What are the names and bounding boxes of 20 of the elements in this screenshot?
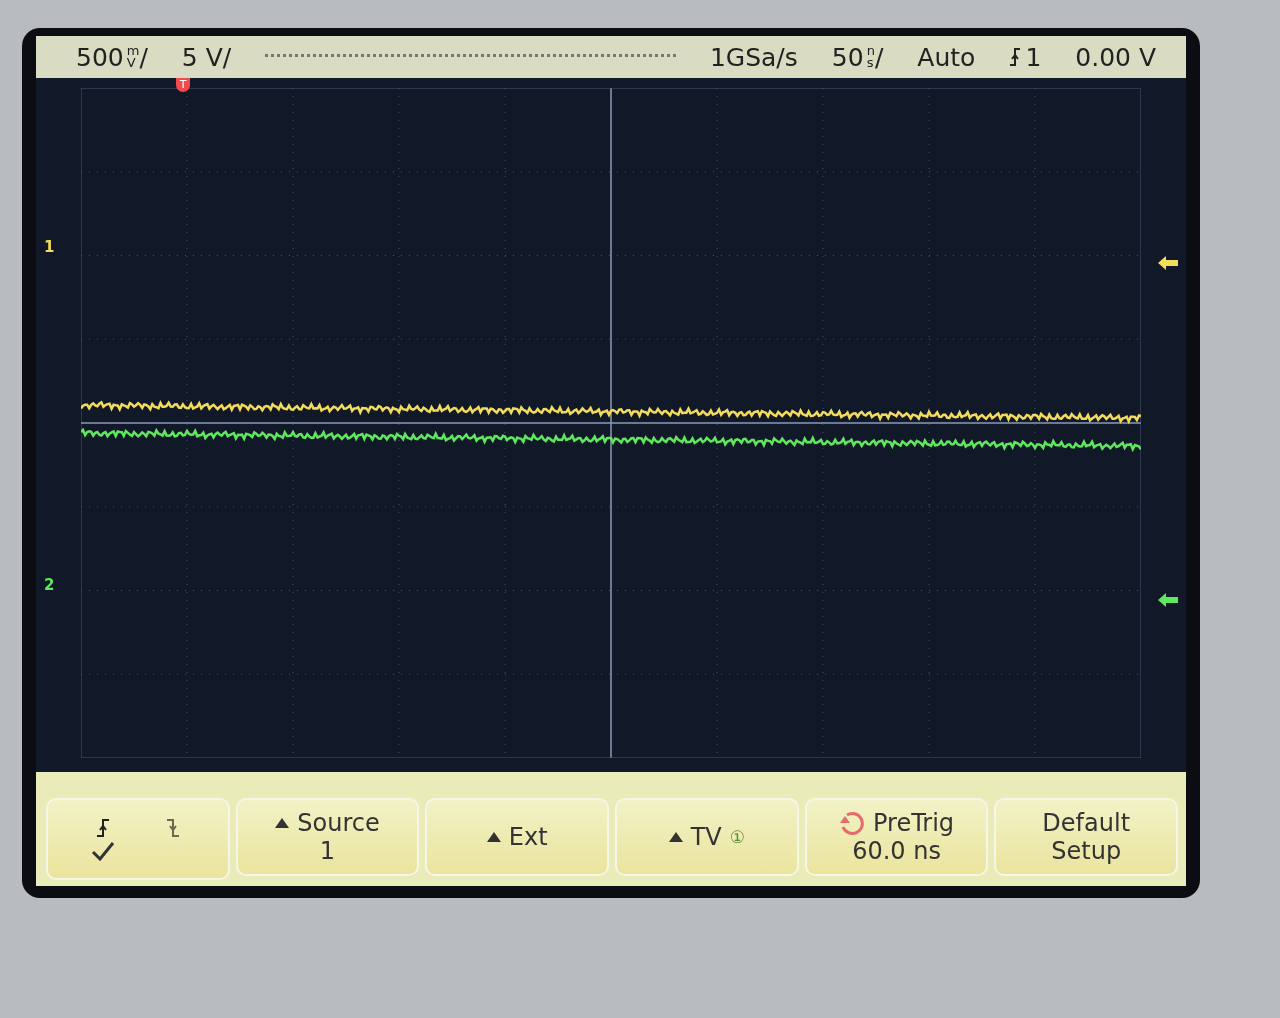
softkey[interactable]: Ext	[425, 798, 609, 876]
edge-softkey[interactable]	[46, 798, 230, 880]
status-reading: Auto	[917, 42, 976, 72]
up-triangle-icon	[668, 832, 683, 842]
up-triangle-icon	[486, 832, 501, 842]
softkey[interactable]: PreTrig 60.0 ns	[804, 798, 989, 876]
trigger-source: 1	[1025, 42, 1042, 72]
rotate-icon	[839, 810, 865, 836]
status-reading: 5 V/	[181, 42, 232, 72]
status-reading: 1GSa/s	[709, 42, 798, 72]
status-reading: 0.00 V	[1075, 42, 1156, 72]
check-icon	[90, 840, 115, 862]
up-triangle-icon	[275, 818, 290, 828]
channel-marker: 2	[44, 576, 55, 594]
softkey[interactable]: Default Setup	[994, 798, 1179, 876]
softkey[interactable]: TV ①	[615, 798, 799, 876]
softkey[interactable]: Source 1	[235, 798, 420, 876]
trigger-marker: T	[176, 78, 190, 92]
channel-marker: 1	[44, 238, 55, 256]
rising-edge-icon	[1009, 45, 1022, 69]
